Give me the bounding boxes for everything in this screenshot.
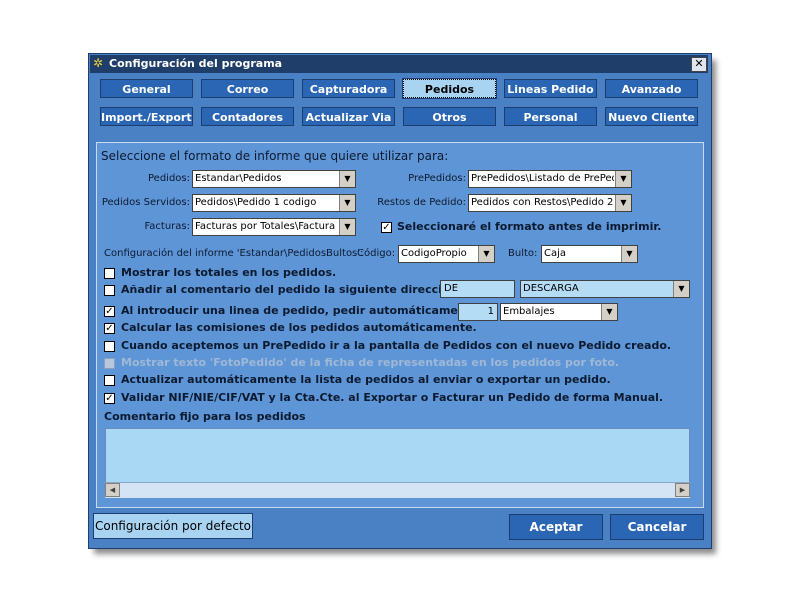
facturas-format-value: Facturas por Totales\Factura [195,221,336,232]
option-checkbox-auto-refresh[interactable] [104,375,115,386]
tab-correo[interactable]: Correo [201,79,294,98]
comment-horizontal-scrollbar[interactable]: ◀ ▶ [105,482,690,498]
option-checkbox-validate-nif[interactable]: ✓ [104,393,115,404]
pedidos-format-label: Pedidos: [148,173,190,184]
option-label-fotopedido: Mostrar texto 'FotoPedido' de la ficha d… [121,356,620,369]
dropdown-arrow-icon[interactable]: ▼ [621,246,637,262]
tab-avanzado[interactable]: Avanzado [605,79,698,98]
bulto-label: Bulto: [508,248,538,259]
cancel-button[interactable]: Cancelar [610,514,704,540]
option-label-auto-refresh: Actualizar automáticamente la lista de p… [121,373,611,386]
pedidos-format-value: Estandar\Pedidos [195,173,282,184]
tab-otros[interactable]: Otros [403,107,496,126]
select-before-print-checkbox[interactable]: ✓ [381,222,392,233]
dropdown-arrow-icon[interactable]: ▼ [615,195,631,211]
dropdown-arrow-icon[interactable]: ▼ [673,281,689,297]
restos-format-value: Pedidos con Restos\Pedido 2 c [471,197,614,208]
option-label-prepedido-goto: Cuando aceptemos un PrePedido ir a la pa… [121,339,672,352]
prepedidos-format-select[interactable]: PrePedidos\Listado de PrePed ▼ [468,170,632,188]
tab-nuevo-cliente[interactable]: Nuevo Cliente [605,107,698,126]
dropdown-arrow-icon[interactable]: ▼ [339,171,355,187]
defaults-button[interactable]: Configuración por defecto [93,513,253,539]
prepedidos-format-value: PrePedidos\Listado de PrePed [471,173,614,184]
pedidos-format-select[interactable]: Estandar\Pedidos ▼ [192,170,356,188]
tab-capturadora[interactable]: Capturadora [302,79,395,98]
option-checkbox-auto-ask[interactable]: ✓ [104,306,115,317]
tab-actualizar-via[interactable]: Actualizar Via [302,107,395,126]
app-icon: ✲ [93,56,104,70]
dropdown-arrow-icon[interactable]: ▼ [339,219,355,235]
tab-personal[interactable]: Personal [504,107,597,126]
address-direction-value: DESCARGA [523,283,579,294]
option-checkbox-commissions[interactable]: ✓ [104,323,115,334]
option-checkbox-add-address[interactable] [104,285,115,296]
bulto-value: Caja [544,248,567,259]
auto-ask-quantity-input[interactable]: 1 [458,303,498,321]
option-label-commissions: Calcular las comisiones de los pedidos a… [121,321,477,334]
tab-lineas-pedido[interactable]: Lineas Pedido [504,79,597,98]
servidos-format-select[interactable]: Pedidos\Pedido 1 codigo ▼ [192,194,356,212]
option-checkbox-show-totals[interactable] [104,268,115,279]
auto-ask-unit-select[interactable]: Embalajes ▼ [500,303,618,321]
tab-pedidos[interactable]: Pedidos [402,78,497,99]
facturas-format-label: Facturas: [144,221,190,232]
dropdown-arrow-icon[interactable]: ▼ [339,195,355,211]
address-prefix-input[interactable]: DE [440,280,515,298]
scroll-left-icon[interactable]: ◀ [105,483,120,497]
tab-contadores[interactable]: Contadores [201,107,294,126]
address-direction-select[interactable]: DESCARGA ▼ [520,280,690,298]
select-before-print-label: Seleccionaré el formato antes de imprimi… [397,220,662,233]
dropdown-arrow-icon[interactable]: ▼ [615,171,631,187]
auto-ask-unit-value: Embalajes [503,306,555,317]
restos-format-label: Restos de Pedido: [377,197,466,208]
prepedidos-format-label: PrePedidos: [408,173,466,184]
codigo-label: Código: [357,248,396,259]
dropdown-arrow-icon[interactable]: ▼ [478,246,494,262]
option-label-auto-ask: Al introducir una linea de pedido, pedir… [121,304,483,317]
tab-general[interactable]: General [100,79,193,98]
option-label-add-address: Añadir al comentario del pedido la sigui… [121,283,462,296]
servidos-format-value: Pedidos\Pedido 1 codigo [195,197,317,208]
accept-button[interactable]: Aceptar [509,514,603,540]
option-label-validate-nif: Validar NIF/NIE/CIF/VAT y la Cta.Cte. al… [121,391,664,404]
section-title: Seleccione el formato de informe que qui… [101,149,449,163]
codigo-select[interactable]: CodigoPropio ▼ [398,245,495,263]
tab-import-export[interactable]: Import./Export. [100,107,193,126]
bulto-select[interactable]: Caja ▼ [541,245,638,263]
facturas-format-select[interactable]: Facturas por Totales\Factura ▼ [192,218,356,236]
dropdown-arrow-icon[interactable]: ▼ [601,304,617,320]
window-title: Configuración del programa [109,57,283,70]
option-checkbox-prepedido-goto[interactable] [104,341,115,352]
option-checkbox-fotopedido [104,358,115,369]
option-label-show-totals: Mostrar los totales en los pedidos. [121,266,337,279]
close-button[interactable]: ✕ [691,57,707,72]
bultos-info-label: Configuración del informe 'Estandar\Pedi… [104,248,364,259]
scroll-right-icon[interactable]: ▶ [675,483,690,497]
comment-label: Comentario fijo para los pedidos [104,410,306,423]
servidos-format-label: Pedidos Servidos: [101,197,190,208]
restos-format-select[interactable]: Pedidos con Restos\Pedido 2 c ▼ [468,194,632,212]
codigo-value: CodigoPropio [401,248,467,259]
